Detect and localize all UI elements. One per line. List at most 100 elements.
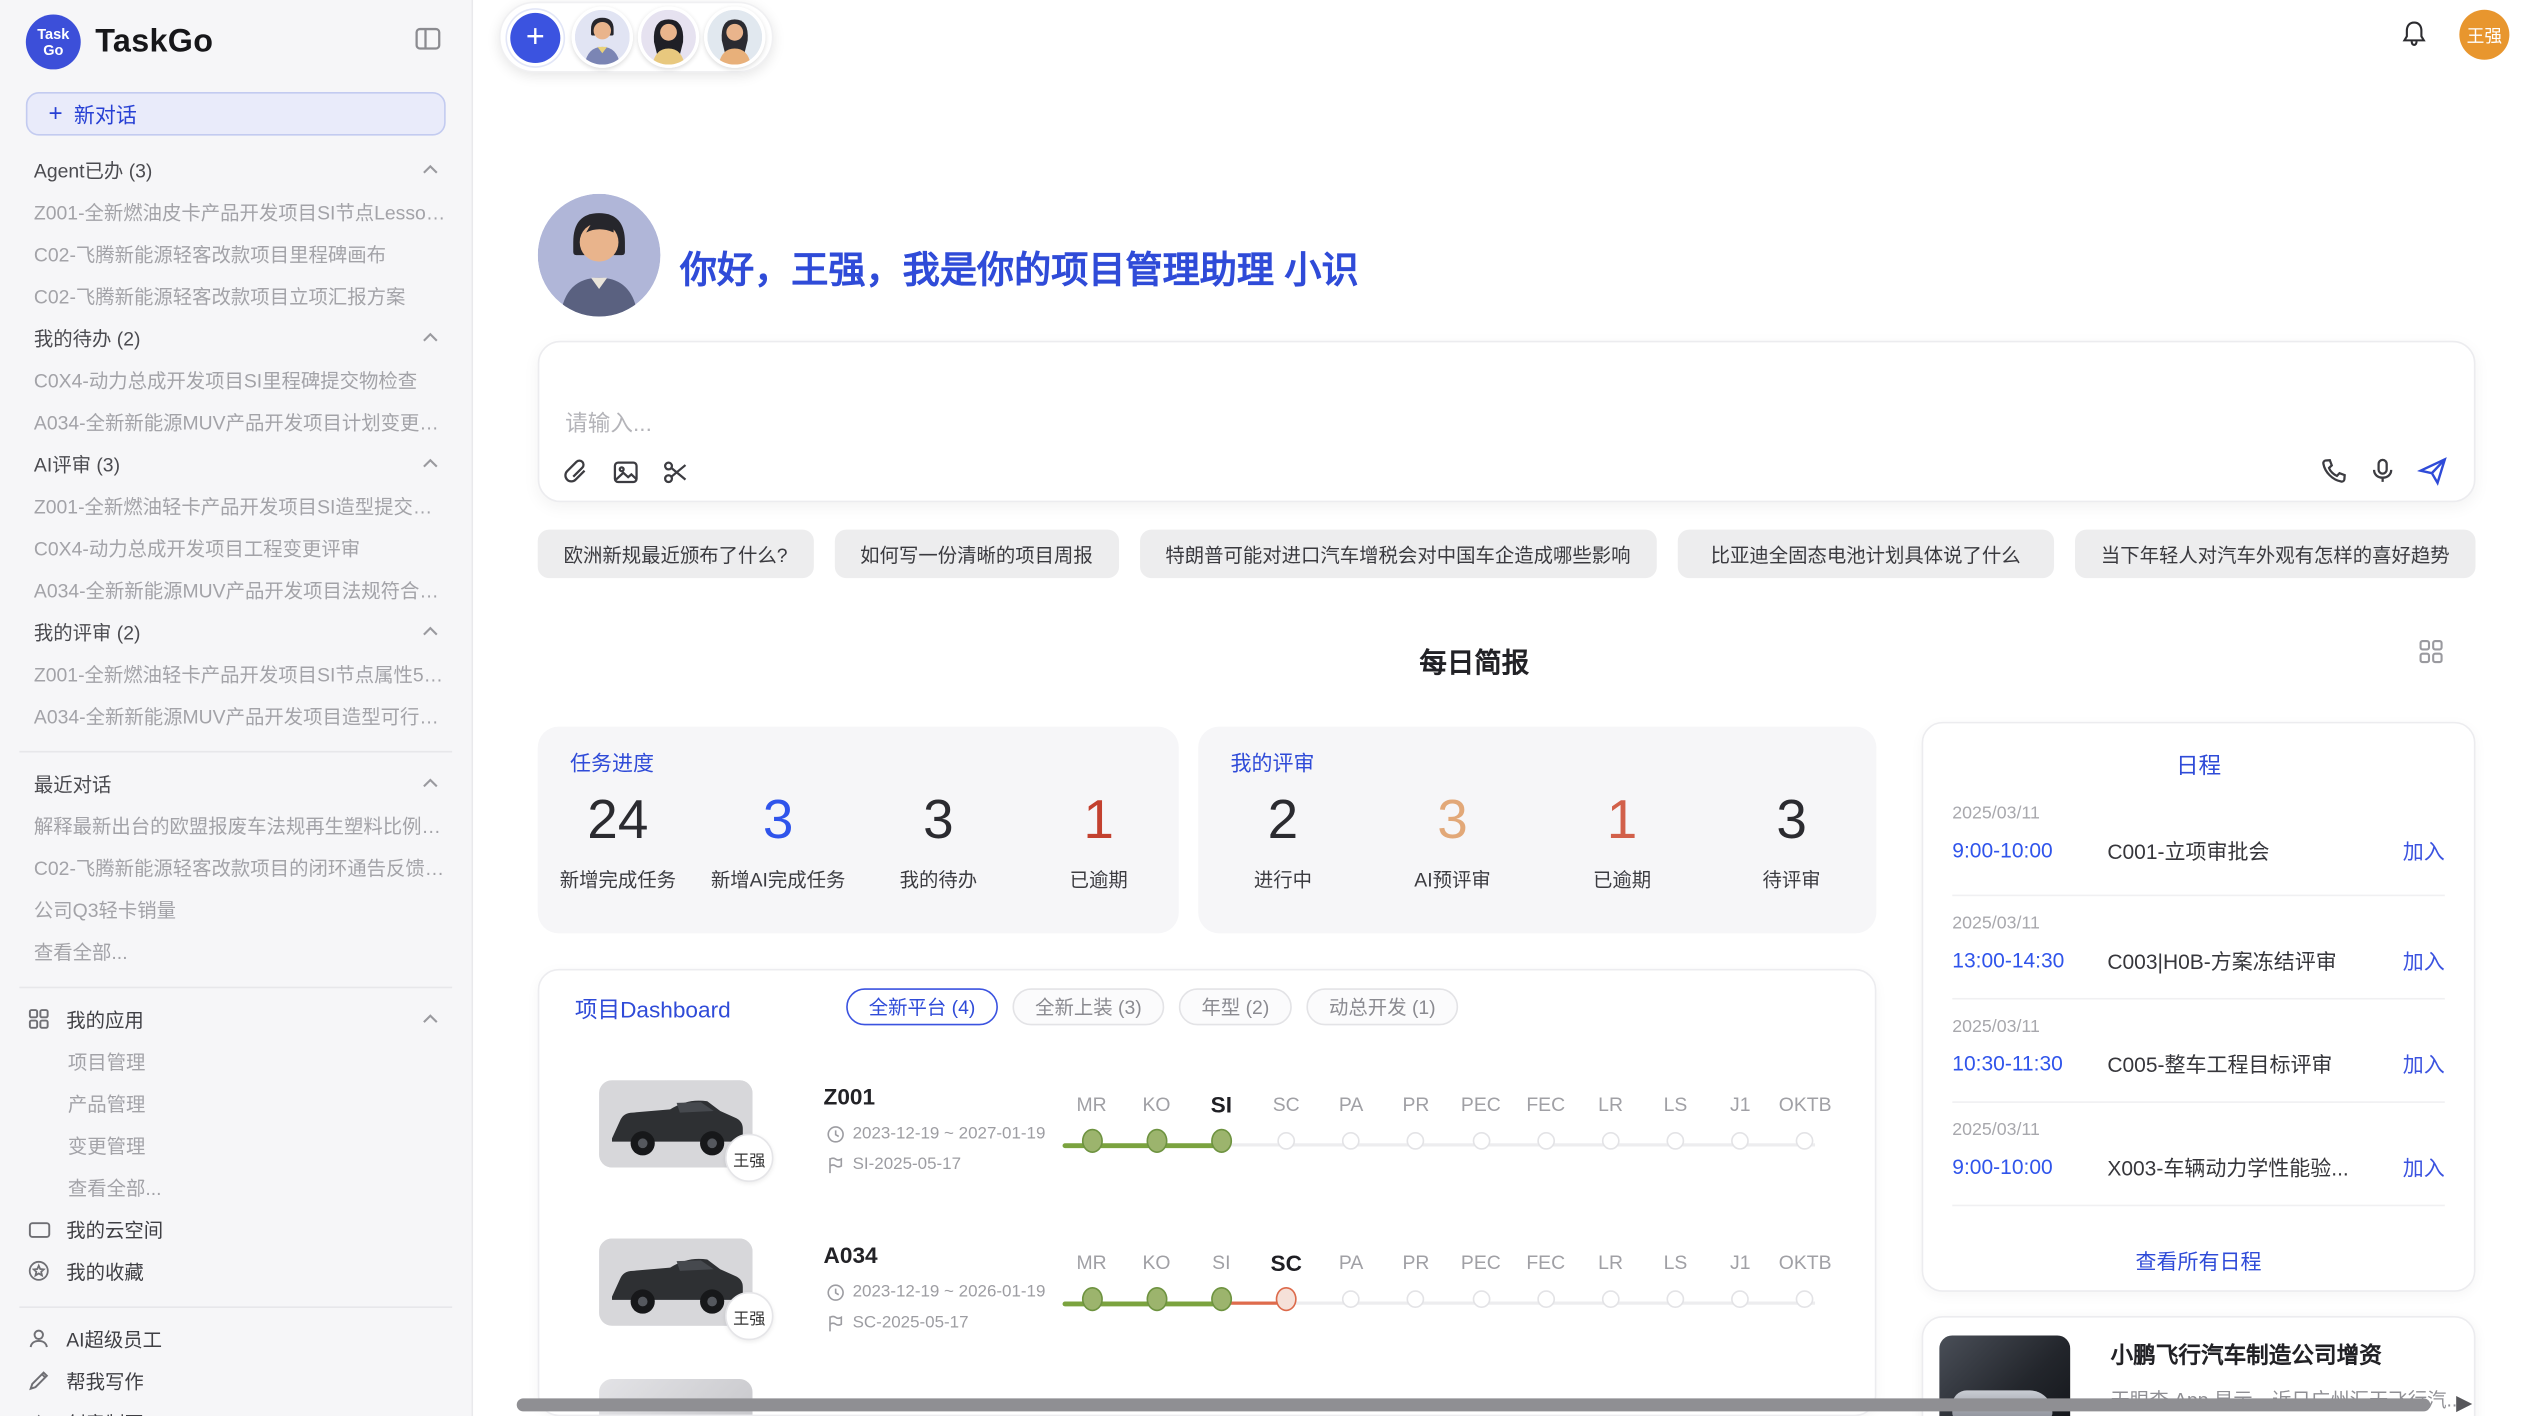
- divider: [19, 987, 452, 989]
- section-ai-review[interactable]: AI评审 (3): [26, 442, 446, 484]
- milestone-dot: [1667, 1132, 1685, 1150]
- schedule-name: X003-车辆动力学性能验...: [2107, 1151, 2402, 1182]
- app-window: Task Go TaskGo + 新对话 Agent已办 (3) Z001-全新…: [0, 0, 2532, 1416]
- sidebar-item-cloud-space[interactable]: 我的云空间: [26, 1208, 446, 1250]
- schedule-item[interactable]: 2025/03/11 9:00-10:00 C001-立项审批会 加入: [1952, 804, 2445, 865]
- milestone-dot: [1602, 1290, 1620, 1308]
- milestone-track: MR KO SI SC PA PR PEC FEC LR LS J1 OKTB: [1063, 1248, 1835, 1338]
- recent-chat-item[interactable]: 公司Q3轻卡销量: [26, 888, 446, 930]
- notification-bell-icon[interactable]: [2400, 19, 2429, 48]
- sidebar-item-help-write[interactable]: 帮我写作: [26, 1360, 446, 1402]
- project-owner-badge: 王强: [725, 1134, 773, 1182]
- join-link[interactable]: 加入: [2403, 1048, 2445, 1079]
- tab-new-body[interactable]: 全新上装 (3): [1013, 988, 1165, 1025]
- milestone: PR: [1387, 1248, 1445, 1311]
- layout-grid-icon[interactable]: [2417, 638, 2444, 665]
- project-code[interactable]: Z001: [824, 1084, 876, 1110]
- greeting-text: 你好，王强，我是你的项目管理助理 小识: [680, 239, 1359, 294]
- stat: 3 我的待办: [858, 785, 1018, 893]
- sidebar-item-favorites[interactable]: 我的收藏: [26, 1250, 446, 1292]
- schedule-item[interactable]: 2025/03/11 10:30-11:30 C005-整车工程目标评审 加入: [1952, 1017, 2445, 1078]
- stat-label: 我的待办: [858, 866, 1018, 893]
- schedule-item[interactable]: 2025/03/11 9:00-10:00 X003-车辆动力学性能验... 加…: [1952, 1121, 2445, 1182]
- app-item-project-mgmt[interactable]: 项目管理: [26, 1040, 446, 1082]
- divider: [19, 751, 452, 753]
- paperclip-icon[interactable]: [562, 459, 589, 486]
- suggestion-chip[interactable]: 如何写一份清晰的项目周报: [834, 530, 1118, 578]
- app-item-product-mgmt[interactable]: 产品管理: [26, 1082, 446, 1124]
- milestone-dot: [1731, 1132, 1749, 1150]
- agent-avatar-2[interactable]: [638, 6, 699, 67]
- chat-input-placeholder[interactable]: 请输入...: [565, 407, 652, 439]
- flag-icon: [827, 1314, 845, 1332]
- stat-label: 已逾期: [1537, 866, 1707, 893]
- milestone-dot: [1407, 1132, 1425, 1150]
- recent-chat-item[interactable]: C02-飞腾新能源轻客改款项目的闭环通告反馈情况: [26, 846, 446, 888]
- section-recent-chats[interactable]: 最近对话: [26, 762, 446, 804]
- list-item[interactable]: Z001-全新燃油轻卡产品开发项目SI造型提交物评审: [26, 484, 446, 526]
- recent-chats-view-all[interactable]: 查看全部...: [26, 930, 446, 972]
- microphone-icon[interactable]: [2369, 457, 2396, 484]
- new-chat-button[interactable]: + 新对话: [26, 92, 446, 136]
- list-item[interactable]: A034-全新新能源MUV产品开发项目计划变更表编写: [26, 400, 446, 442]
- chevron-up-icon[interactable]: [421, 1012, 439, 1025]
- section-my-todo[interactable]: 我的待办 (2): [26, 317, 446, 359]
- milestone-cells: MR KO SI SC PA PR PEC FEC LR LS J1 OKTB: [1063, 1248, 1835, 1311]
- new-chat-label: 新对话: [74, 99, 137, 130]
- scroll-right-arrow[interactable]: ▶: [2456, 1390, 2472, 1416]
- scissors-icon[interactable]: [662, 459, 689, 486]
- list-item[interactable]: C02-飞腾新能源轻客改款项目里程碑画布: [26, 233, 446, 275]
- app-item-change-mgmt[interactable]: 变更管理: [26, 1124, 446, 1166]
- section-my-apps[interactable]: 我的应用: [26, 998, 446, 1040]
- join-link[interactable]: 加入: [2403, 835, 2445, 866]
- list-item[interactable]: C0X4-动力总成开发项目工程变更评审: [26, 526, 446, 568]
- list-item[interactable]: A034-全新新能源MUV产品开发项目造型可行性评审: [26, 694, 446, 736]
- chevron-up-icon[interactable]: [421, 457, 439, 470]
- list-item[interactable]: C02-飞腾新能源轻客改款项目立项汇报方案: [26, 275, 446, 317]
- user-avatar[interactable]: 王强: [2459, 10, 2509, 60]
- chevron-up-icon[interactable]: [421, 777, 439, 790]
- suggestion-chip[interactable]: 比亚迪全固态电池计划具体说了什么: [1677, 530, 2054, 578]
- schedule-item[interactable]: 2025/03/11 13:00-14:30 C003|H0B-方案冻结评审 加…: [1952, 914, 2445, 975]
- section-my-review[interactable]: 我的评审 (2): [26, 610, 446, 652]
- chevron-up-icon[interactable]: [421, 625, 439, 638]
- sidebar-item-creative-draw[interactable]: 创意制图: [26, 1402, 446, 1416]
- join-link[interactable]: 加入: [2403, 1151, 2445, 1182]
- apps-view-all[interactable]: 查看全部...: [26, 1166, 446, 1208]
- section-agent-done[interactable]: Agent已办 (3): [26, 149, 446, 191]
- horizontal-scrollbar[interactable]: [517, 1398, 2431, 1411]
- agent-avatar-1[interactable]: [572, 6, 633, 67]
- suggestion-chip[interactable]: 欧洲新规最近颁布了什么?: [538, 530, 814, 578]
- tab-all-new-platform[interactable]: 全新平台 (4): [846, 988, 998, 1025]
- join-link[interactable]: 加入: [2403, 945, 2445, 976]
- list-item[interactable]: C0X4-动力总成开发项目SI里程碑提交物检查: [26, 358, 446, 400]
- tab-powertrain[interactable]: 动总开发 (1): [1306, 988, 1458, 1025]
- suggestion-chip[interactable]: 特朗普可能对进口汽车增税会对中国车企造成哪些影响: [1140, 530, 1657, 578]
- assistant-avatar: [538, 194, 661, 317]
- milestone-dot: [1472, 1132, 1490, 1150]
- sidebar-collapse-icon[interactable]: [413, 24, 442, 53]
- image-icon[interactable]: [612, 459, 639, 486]
- tab-year-model[interactable]: 年型 (2): [1179, 988, 1292, 1025]
- chevron-up-icon[interactable]: [421, 331, 439, 344]
- list-item[interactable]: A034-全新新能源MUV产品开发项目法规符合性评审: [26, 568, 446, 610]
- recent-chat-item[interactable]: 解释最新出台的欧盟报废车法规再生塑料比例被调至15%...: [26, 804, 446, 846]
- view-all-schedules-link[interactable]: 查看所有日程: [1923, 1245, 2474, 1276]
- stat-label: AI预评审: [1368, 866, 1538, 893]
- milestone: PEC: [1452, 1248, 1510, 1311]
- chat-input-card[interactable]: 请输入...: [538, 341, 2476, 502]
- milestone-dot: [1407, 1290, 1425, 1308]
- project-code[interactable]: A034: [824, 1242, 878, 1268]
- chevron-up-icon[interactable]: [421, 163, 439, 176]
- phone-icon[interactable]: [2320, 457, 2347, 484]
- milestone: LR: [1581, 1090, 1639, 1153]
- list-item[interactable]: Z001-全新燃油皮卡产品开发项目SI节点Lesson Learn报告: [26, 191, 446, 233]
- add-agent-button[interactable]: +: [510, 12, 560, 62]
- send-icon[interactable]: [2417, 455, 2448, 486]
- agent-avatar-3[interactable]: [704, 6, 765, 67]
- schedule-time: 9:00-10:00: [1952, 838, 2107, 862]
- list-item[interactable]: Z001-全新燃油轻卡产品开发项目SI节点属性5D文件评审: [26, 652, 446, 694]
- news-title: 小鹏飞行汽车制造公司增资: [2111, 1339, 2382, 1371]
- sidebar-item-ai-employee[interactable]: AI超级员工: [26, 1318, 446, 1360]
- suggestion-chip[interactable]: 当下年轻人对汽车外观有怎样的喜好趋势: [2075, 530, 2475, 578]
